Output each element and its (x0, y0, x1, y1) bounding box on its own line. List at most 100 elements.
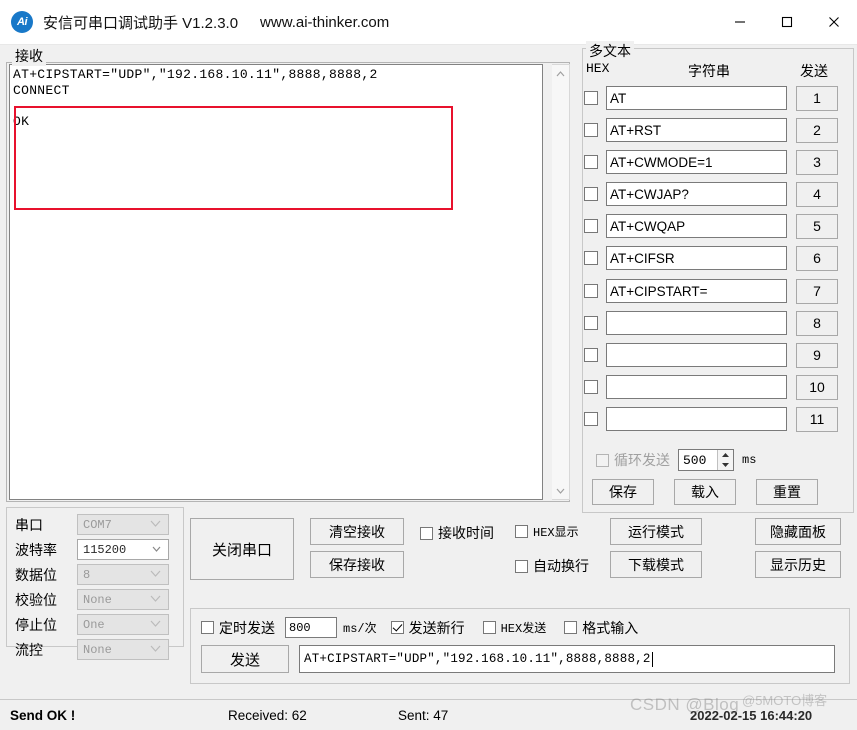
multitext-input[interactable] (606, 311, 787, 335)
hex-checkbox[interactable] (584, 219, 598, 233)
setting-row-port: 串口 COM7 (15, 513, 183, 536)
chevron-down-icon (150, 570, 161, 580)
chevron-down-icon (150, 620, 161, 630)
stepper-buttons[interactable] (717, 450, 733, 470)
minimize-icon[interactable] (716, 0, 763, 44)
hide-panel-button[interactable]: 隐藏面板 (755, 518, 841, 545)
hex-send-checkbox[interactable] (482, 621, 496, 634)
application-window: Ai 安信可串口调试助手 V1.2.3.0 www.ai-thinker.com… (0, 0, 857, 730)
reset-profile-button[interactable]: 重置 (756, 479, 818, 505)
close-serial-port-button[interactable]: 关闭串口 (190, 518, 294, 580)
send-button[interactable]: 发送 (201, 645, 289, 673)
loop-interval-value: 500 (683, 452, 707, 468)
show-history-button[interactable]: 显示历史 (755, 551, 841, 578)
scroll-down-icon[interactable] (553, 482, 569, 499)
hex-checkbox[interactable] (584, 380, 598, 394)
setting-row-parity: 校验位 None (15, 588, 183, 611)
hex-checkbox[interactable] (584, 348, 598, 362)
send-slot-button[interactable]: 2 (796, 117, 838, 143)
multitext-row: 11 (584, 406, 846, 432)
stopbits-select[interactable]: One (77, 614, 169, 635)
loop-interval-stepper[interactable]: 500 (678, 449, 734, 471)
send-newline-checkbox[interactable] (390, 621, 404, 634)
hex-checkbox[interactable] (584, 284, 598, 298)
receive-time-checkbox[interactable] (420, 526, 433, 540)
multitext-input[interactable] (606, 407, 787, 431)
label-parity: 校验位 (15, 591, 57, 608)
flowcontrol-select[interactable]: None (77, 639, 169, 660)
stepper-up-icon[interactable] (718, 450, 733, 460)
auto-wrap-option[interactable]: 自动换行 (515, 556, 589, 576)
save-profile-button[interactable]: 保存 (592, 479, 654, 505)
status-bar: Send OK ! Received: 62 Sent: 47 2022-02-… (0, 699, 857, 730)
parity-select[interactable]: None (77, 589, 169, 610)
multitext-input[interactable] (606, 375, 787, 399)
databits-select[interactable]: 8 (77, 564, 169, 585)
send-input-field[interactable]: AT+CIPSTART="UDP","192.168.10.11",8888,8… (299, 645, 835, 673)
send-slot-button[interactable]: 10 (796, 374, 838, 400)
load-profile-button[interactable]: 载入 (674, 479, 736, 505)
download-mode-button[interactable]: 下载模式 (610, 551, 702, 578)
clear-receive-button[interactable]: 清空接收 (310, 518, 404, 545)
maximize-icon[interactable] (763, 0, 810, 44)
multitext-input[interactable]: AT+CWMODE=1 (606, 150, 787, 174)
loop-interval-unit: ms (742, 453, 757, 467)
run-mode-button[interactable]: 运行模式 (610, 518, 702, 545)
hex-checkbox[interactable] (584, 123, 598, 137)
save-receive-button[interactable]: 保存接收 (310, 551, 404, 578)
close-icon[interactable] (810, 0, 857, 44)
chevron-down-icon (152, 545, 161, 555)
multitext-group-label: 多文本 (586, 41, 634, 61)
hex-display-option[interactable]: HEX显示 (515, 523, 579, 540)
send-slot-button[interactable]: 6 (796, 245, 838, 271)
baudrate-select[interactable]: 115200 (77, 539, 169, 560)
multitext-input[interactable]: AT (606, 86, 787, 110)
stepper-down-icon[interactable] (718, 460, 733, 470)
multitext-input[interactable]: AT+CIPSTART= (606, 279, 787, 303)
hex-checkbox[interactable] (584, 187, 598, 201)
serial-settings-group: 串口 COM7 波特率 115200 数据位 8 校验位 None 停止位 On… (6, 507, 184, 660)
column-header-send: 发送 (800, 63, 828, 79)
vendor-url-text: www.ai-thinker.com (260, 13, 390, 31)
hex-checkbox[interactable] (584, 412, 598, 426)
multitext-row: 10 (584, 374, 846, 400)
label-port: 串口 (15, 516, 43, 533)
auto-wrap-checkbox[interactable] (515, 559, 528, 573)
send-slot-button[interactable]: 7 (796, 278, 838, 304)
multitext-input[interactable]: AT+CIFSR (606, 246, 787, 270)
receive-time-option[interactable]: 接收时间 (420, 523, 494, 543)
hex-display-label: HEX显示 (533, 526, 579, 540)
window-controls (716, 0, 857, 44)
setting-row-databits: 数据位 8 (15, 563, 183, 586)
panel-buttons-group: 隐藏面板 显示历史 (755, 518, 841, 580)
hex-display-checkbox[interactable] (515, 525, 528, 538)
multitext-input[interactable]: AT+RST (606, 118, 787, 142)
multitext-input[interactable]: AT+CWJAP? (606, 182, 787, 206)
send-slot-button[interactable]: 4 (796, 181, 838, 207)
timed-send-checkbox[interactable] (201, 621, 214, 634)
send-slot-button[interactable]: 9 (796, 342, 838, 368)
receive-textarea[interactable]: AT+CIPSTART="UDP","192.168.10.11",8888,8… (9, 64, 543, 500)
status-timestamp: 2022-02-15 16:44:20 (690, 707, 813, 723)
send-interval-input[interactable]: 800 (285, 617, 337, 638)
send-slot-button[interactable]: 11 (796, 406, 838, 432)
loop-send-checkbox[interactable] (596, 453, 609, 467)
send-slot-button[interactable]: 5 (796, 213, 838, 239)
hex-send-label: HEX发送 (500, 622, 547, 636)
send-slot-button[interactable]: 1 (796, 85, 838, 111)
hex-checkbox[interactable] (584, 251, 598, 265)
receive-scrollbar[interactable] (552, 64, 570, 500)
send-input-value: AT+CIPSTART="UDP","192.168.10.11",8888,8… (304, 652, 651, 666)
scroll-up-icon[interactable] (553, 65, 569, 82)
multitext-input[interactable] (606, 343, 787, 367)
format-input-checkbox[interactable] (564, 621, 578, 634)
hex-checkbox[interactable] (584, 155, 598, 169)
port-select[interactable]: COM7 (77, 514, 169, 535)
send-slot-button[interactable]: 3 (796, 149, 838, 175)
hex-checkbox[interactable] (584, 316, 598, 330)
hex-checkbox[interactable] (584, 91, 598, 105)
send-slot-button[interactable]: 8 (796, 310, 838, 336)
label-flowcontrol: 流控 (15, 641, 43, 658)
receive-text-content: AT+CIPSTART="UDP","192.168.10.11",8888,8… (13, 67, 378, 129)
multitext-input[interactable]: AT+CWQAP (606, 214, 787, 238)
